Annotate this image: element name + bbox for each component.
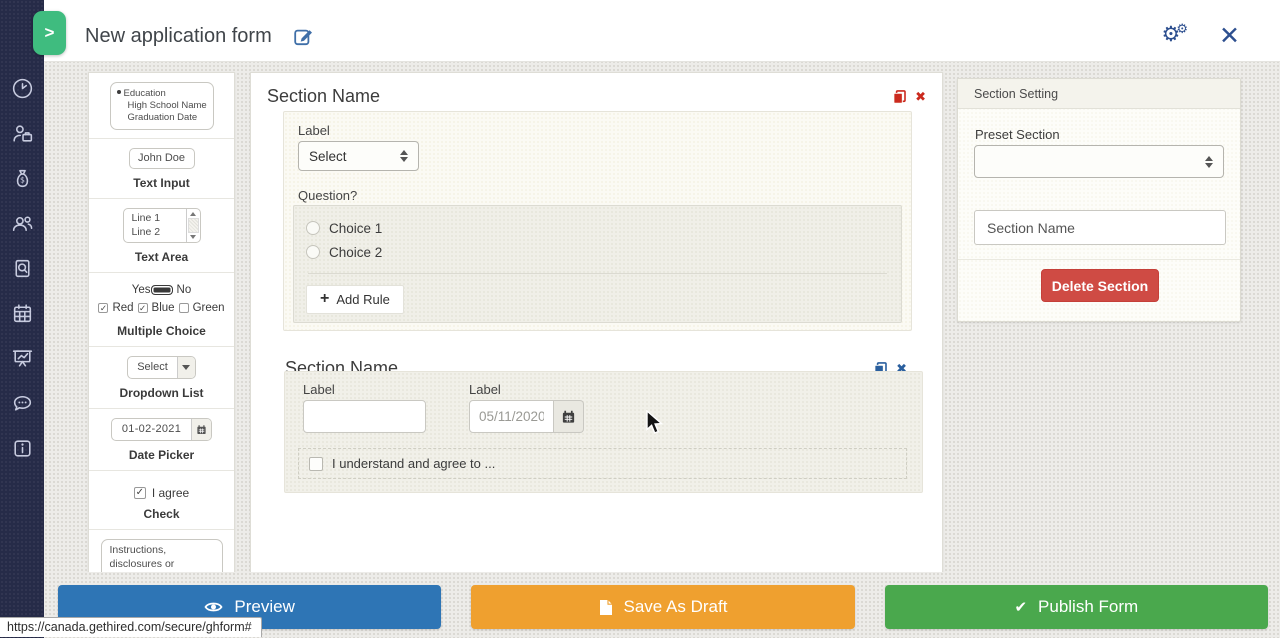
palette-item-text-area[interactable]: Line 1 Line 2 Text Area <box>89 199 234 273</box>
question-label: Question? <box>298 188 357 203</box>
caret-down-icon <box>182 365 190 370</box>
field-label: Label <box>303 382 335 397</box>
form-canvas: Section Name ✖ Label Select Question? Ch… <box>250 72 943 573</box>
field-label: Label <box>469 382 501 397</box>
palette-item-date-picker[interactable]: 01-02-2021 Date Picker <box>89 409 234 471</box>
calendar-icon <box>561 409 576 424</box>
choice-row: Choice 2 <box>306 240 889 264</box>
choice-row: Choice 1 <box>306 216 889 240</box>
save-as-draft-button[interactable]: Save As Draft <box>471 585 854 629</box>
top-header: New application form ⚙⚙ ✕ <box>44 0 1280 62</box>
section-name-input[interactable] <box>974 210 1226 245</box>
check-icon: ✔ <box>1014 598 1027 616</box>
radio-choice-2[interactable] <box>306 245 320 259</box>
date-field-input[interactable] <box>469 400 554 433</box>
palette-item-comment-box[interactable]: Instructions, disclosures or comments Co… <box>89 530 234 573</box>
status-bar-url: https://canada.gethired.com/secure/ghfor… <box>0 617 262 637</box>
checkbox-checked-icon: ✓ <box>134 487 146 499</box>
users-icon[interactable] <box>0 201 44 246</box>
calendar-icon <box>196 424 207 435</box>
section-settings-panel: Section Setting Preset Section Delete Se… <box>957 78 1241 322</box>
palette-item-dropdown-list[interactable]: Select Dropdown List <box>89 347 234 409</box>
date-field-group <box>469 400 584 433</box>
section-2-card: Label Label I understand and agree to ..… <box>284 371 923 493</box>
add-rule-button[interactable]: + Add Rule <box>306 285 404 314</box>
file-icon <box>599 599 613 616</box>
section-1-card: Label Select Question? Choice 1 Choice 2… <box>283 111 912 331</box>
label-select[interactable]: Select <box>298 141 419 171</box>
delete-section-icon[interactable]: ✖ <box>915 90 926 103</box>
clock-icon[interactable] <box>0 66 44 111</box>
text-field-input[interactable] <box>303 400 426 433</box>
publish-form-button[interactable]: ✔ Publish Form <box>885 585 1268 629</box>
divider <box>958 259 1240 260</box>
close-icon[interactable]: ✕ <box>1219 21 1240 51</box>
calendar-icon[interactable] <box>0 291 44 336</box>
employee-icon[interactable] <box>0 111 44 156</box>
palette-item-check[interactable]: ✓ I agree Check <box>89 471 234 530</box>
section-1-header: Section Name ✖ <box>267 86 926 107</box>
preset-section-select[interactable] <box>974 145 1224 178</box>
plus-icon: + <box>320 293 329 306</box>
info-icon[interactable] <box>0 426 44 471</box>
page-title: New application form <box>85 25 272 48</box>
preset-section-label: Preset Section <box>975 127 1060 142</box>
select-arrows-icon <box>400 150 408 162</box>
money-bag-icon[interactable]: $ <box>0 156 44 201</box>
field-label: Label <box>298 123 330 138</box>
resume-search-icon[interactable] <box>0 246 44 291</box>
palette-item-preset-section[interactable]: Education High School Name Graduation Da… <box>89 73 234 139</box>
svg-text:$: $ <box>20 176 25 185</box>
edit-title-icon[interactable] <box>294 27 313 51</box>
section-title: Section Name <box>267 86 380 107</box>
palette-item-text-input[interactable]: John Doe Text Input <box>89 139 234 199</box>
checkbox-checked-icon: ✓ <box>98 303 108 313</box>
scroll-thumb <box>188 218 199 233</box>
date-calendar-button[interactable] <box>554 400 584 433</box>
radio-choice-1[interactable] <box>306 221 320 235</box>
checkbox-unchecked-icon <box>179 303 189 313</box>
radio-checked-icon <box>151 285 173 295</box>
question-panel: Choice 1 Choice 2 + Add Rule <box>293 205 902 323</box>
palette-item-multiple-choice[interactable]: Yes No ✓ Red ✓ Blue Green Multiple Choic… <box>89 273 234 347</box>
date-picker-sample: 01-02-2021 <box>111 418 212 441</box>
text-area-sample: Line 1 Line 2 <box>123 208 201 243</box>
duplicate-section-icon[interactable] <box>893 90 906 104</box>
scrollbar <box>186 209 200 242</box>
divider <box>308 273 887 274</box>
chevron-right-icon: > <box>45 23 55 43</box>
select-arrows-icon <box>1205 156 1213 168</box>
form-settings-gears-icon[interactable]: ⚙⚙ <box>1162 24 1188 45</box>
scroll-down-icon <box>190 235 196 239</box>
presentation-chart-icon[interactable] <box>0 336 44 381</box>
agreement-checkbox[interactable] <box>309 457 323 471</box>
settings-header: Section Setting <box>958 79 1240 109</box>
chat-icon[interactable] <box>0 381 44 426</box>
text-input-sample: John Doe <box>129 148 195 169</box>
widget-palette: Education High School Name Graduation Da… <box>88 72 235 573</box>
delete-section-button[interactable]: Delete Section <box>1041 269 1159 302</box>
scroll-up-icon <box>190 212 196 216</box>
form-builder-screen: New application form ⚙⚙ ✕ $ <box>0 0 1280 638</box>
checkbox-checked-icon: ✓ <box>138 303 148 313</box>
eye-icon <box>204 600 223 614</box>
dropdown-sample: Select <box>127 356 196 379</box>
agreement-row: I understand and agree to ... <box>298 448 907 479</box>
sidebar-toggle-button[interactable]: > <box>33 11 66 55</box>
comment-box-sample: Instructions, disclosures or comments <box>101 539 223 573</box>
app-sidebar: $ <box>0 0 44 638</box>
bullet-icon <box>117 90 121 94</box>
